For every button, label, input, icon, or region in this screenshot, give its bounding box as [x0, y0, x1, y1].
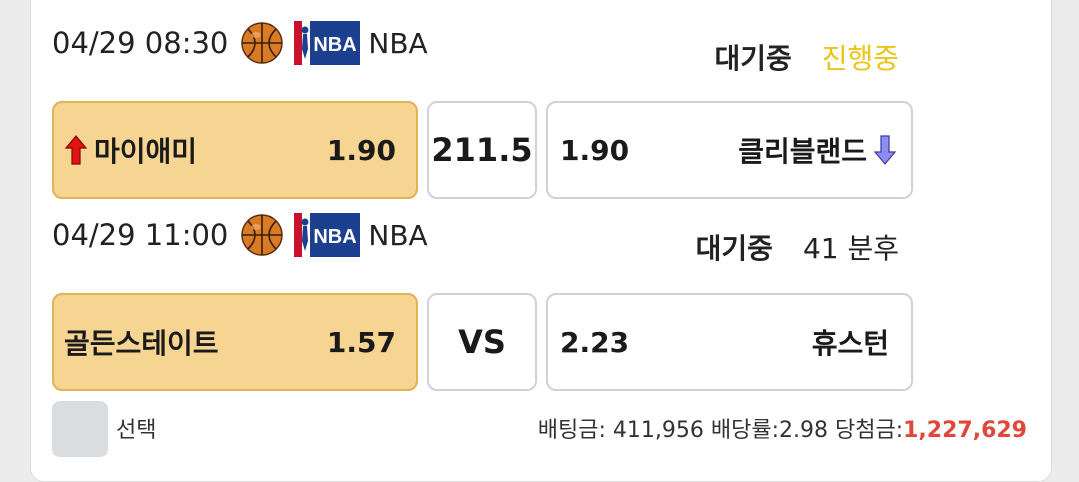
- game-1-home-option[interactable]: 마이애미 1.90: [52, 101, 418, 199]
- game-2-time: 04/29 11:00: [52, 218, 229, 252]
- bet-summary: 배팅금: 411,956 배당률:2.98 당첨금:1,227,629: [538, 412, 1027, 444]
- odds-label: 배당률:: [710, 418, 779, 443]
- game-2-status-label: 대기중: [695, 232, 773, 265]
- game-1-status-label: 대기중: [714, 42, 792, 75]
- game-2-status: 대기중 41 분후: [696, 222, 899, 272]
- game-1-away-team: 클리블랜드: [738, 135, 867, 168]
- game-1-time: 04/29 08:30: [52, 26, 229, 60]
- game-2-home-odds: 1.57: [326, 325, 396, 359]
- bet-amount-value: 411,956: [612, 418, 704, 443]
- nba-logo-icon: NBA: [294, 21, 361, 65]
- game-2-header: 04/29 11:00 NBA NBA: [52, 210, 428, 260]
- game-1-away-option[interactable]: 1.90 클리블랜드: [546, 101, 913, 199]
- game-2-home-option[interactable]: 골든스테이트 1.57: [52, 293, 418, 391]
- svg-text:NBA: NBA: [314, 34, 357, 56]
- select-label: 선택: [116, 418, 157, 443]
- game-1-home-odds: 1.90: [326, 133, 396, 167]
- game-1-league: NBA: [368, 26, 428, 60]
- game-1-status-extra: 진행중: [821, 42, 899, 75]
- game-1-home-team: 마이애미: [94, 135, 198, 168]
- game-1-center-value: 211.5: [431, 131, 533, 169]
- game-1-header: 04/29 08:30 NBA NBA: [52, 18, 428, 68]
- game-1-status: 대기중 진행중: [714, 32, 899, 82]
- game-2-away-odds: 2.23: [560, 325, 630, 359]
- odds-value: 2.98: [779, 418, 828, 443]
- game-2-center-option[interactable]: VS: [427, 293, 537, 391]
- win-label: 당첨금:: [834, 418, 904, 443]
- up-arrow-icon: [64, 135, 88, 165]
- basketball-icon: [241, 22, 284, 64]
- select-checkbox[interactable]: [52, 401, 108, 457]
- game-1-away-odds: 1.90: [560, 133, 630, 167]
- basketball-icon: [241, 214, 284, 256]
- down-arrow-icon: [873, 135, 897, 165]
- game-2-away-team: 휴스턴: [811, 327, 889, 360]
- game-2-center-value: VS: [458, 323, 506, 361]
- bet-amount-label: 배팅금:: [537, 418, 606, 443]
- game-2-status-extra: 41 분후: [802, 232, 899, 265]
- win-amount-value: 1,227,629: [903, 418, 1027, 443]
- game-2-home-team: 골든스테이트: [64, 327, 219, 360]
- game-2-away-option[interactable]: 2.23 휴스턴: [546, 293, 913, 391]
- nba-logo-icon: NBA: [294, 213, 361, 257]
- game-1-center-option[interactable]: 211.5: [427, 101, 537, 199]
- game-2-league: NBA: [368, 218, 428, 252]
- svg-text:NBA: NBA: [314, 226, 357, 248]
